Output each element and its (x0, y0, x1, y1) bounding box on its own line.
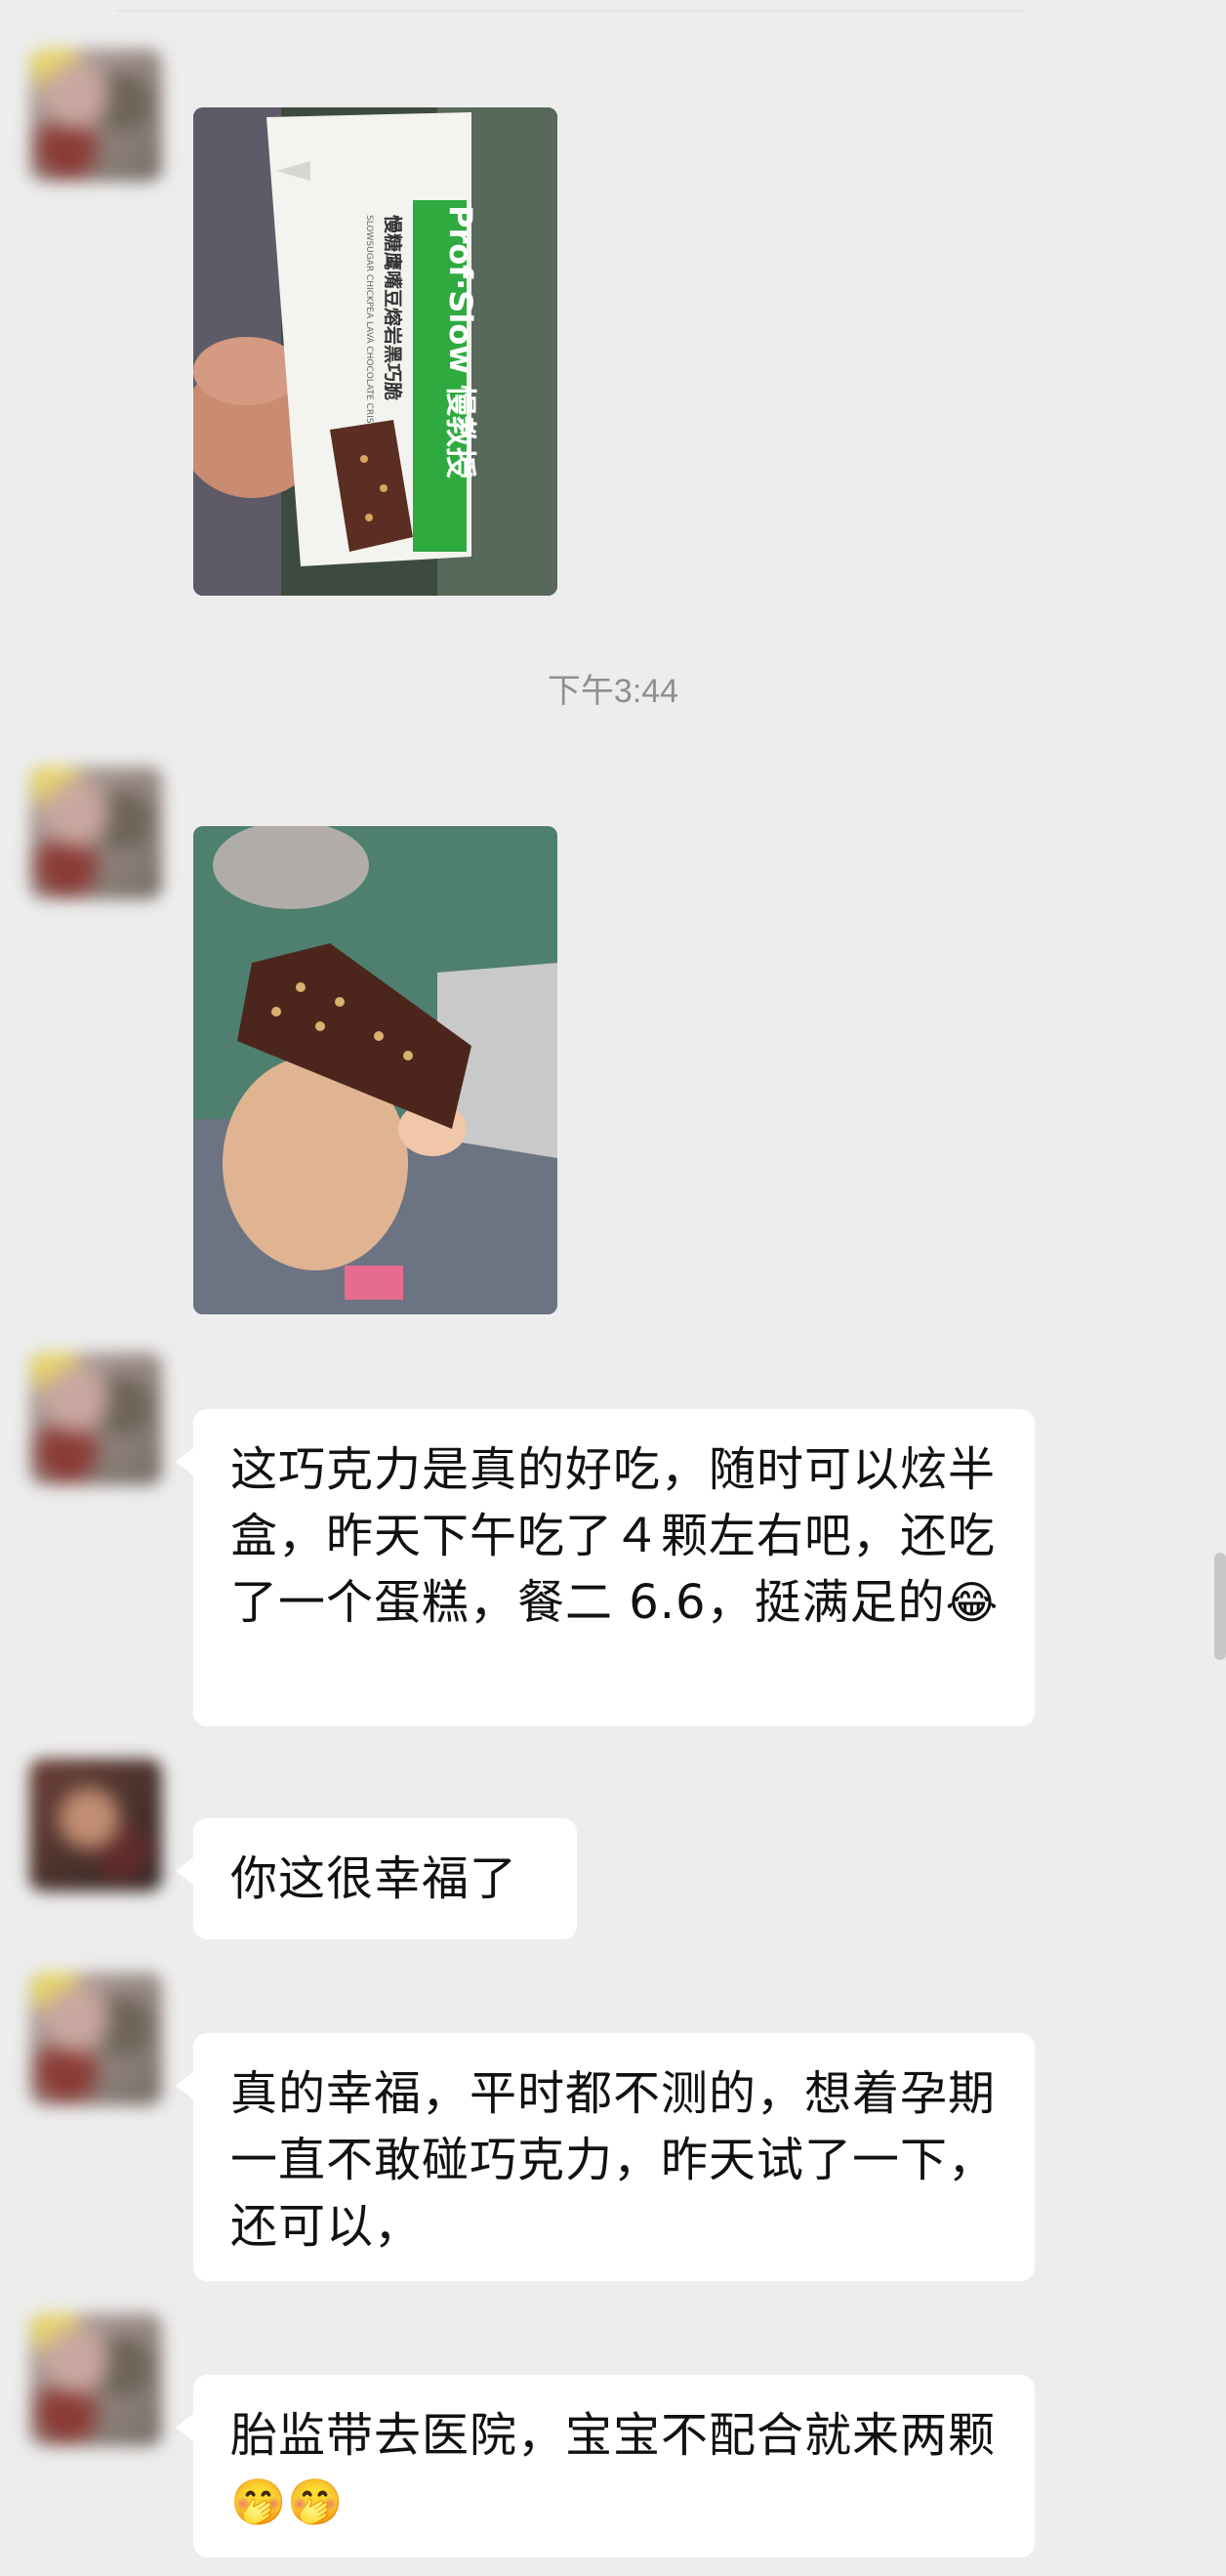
box-title-text: 慢糖鹰嘴豆熔岩黑巧脆 (382, 215, 404, 400)
box-brand-text: Prof·Slow 慢教授 (442, 205, 479, 478)
chat-image-chocolate-bar[interactable] (193, 826, 557, 1314)
message-text: 这巧克力是真的好吃，随时可以炫半盒，昨天下午吃了４颗左右吧，还吃了一个蛋糕，餐二… (230, 1442, 997, 1630)
message-bubble[interactable]: 这巧克力是真的好吃，随时可以炫半盒，昨天下午吃了４颗左右吧，还吃了一个蛋糕，餐二… (176, 1409, 1035, 1726)
avatar[interactable] (29, 2313, 162, 2446)
avatar[interactable] (29, 49, 162, 182)
avatar[interactable] (29, 1973, 162, 2105)
scrollbar-thumb[interactable] (1214, 1553, 1226, 1660)
message-text: 胎监带去医院，宝宝不配合就来两颗 (230, 2408, 997, 2463)
avatar[interactable] (29, 1759, 162, 1891)
message-bubble[interactable]: 真的幸福，平时都不测的，想着孕期一直不敢碰巧克力，昨天试了一下，还可以， (176, 2033, 1035, 2281)
message-bubble[interactable]: 胎监带去医院，宝宝不配合就来两颗 🤭🤭 (176, 2375, 1035, 2557)
message-text: 你这很幸福了 (230, 1851, 518, 1906)
laughing-emoji-icon: 😂 (945, 1576, 1000, 1629)
chat-timestamp: 下午3:44 (547, 673, 679, 710)
hand-over-mouth-emoji-icon: 🤭🤭 (230, 2475, 345, 2528)
message-text: 真的幸福，平时都不测的，想着孕期一直不敢碰巧克力，昨天试了一下，还可以， (230, 2066, 997, 2254)
avatar[interactable] (29, 1352, 162, 1485)
message-bubble[interactable]: 你这很幸福了 (176, 1818, 577, 1939)
top-divider (0, 0, 1226, 14)
box-subtitle-text: SLOWSUGAR CHICKPEA LAVA CHOCOLATE CRISPS (364, 215, 374, 435)
chat-image-chocolate-box[interactable]: Prof·Slow 慢教授 慢糖鹰嘴豆熔岩黑巧脆 SLOWSUGAR CHICK… (193, 107, 557, 596)
avatar[interactable] (29, 767, 162, 899)
